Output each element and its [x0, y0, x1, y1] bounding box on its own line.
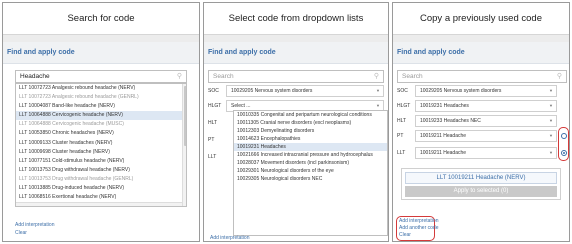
chevron-down-icon: ▼ — [549, 118, 553, 123]
dropdown-option[interactable]: 10011305 Cranial nerve disorders (excl n… — [234, 119, 387, 127]
soc-select[interactable]: 10029205 Nervous system disorders ▼ — [226, 85, 384, 97]
search-icon: ⚲ — [176, 73, 182, 80]
dropdown-option[interactable]: 10019231 Headaches — [234, 143, 387, 151]
panel-title: Copy a previously used code — [393, 3, 569, 35]
search-icon: ⚲ — [556, 73, 562, 80]
search-result-item[interactable]: LLT 10053850 Chronic headaches (NERV) — [16, 129, 186, 138]
pt-select[interactable]: 10019211 Headache ▼ — [415, 130, 557, 142]
search-result-item[interactable]: LLT 10013753 Drug withdrawal headache (G… — [16, 175, 186, 184]
soc-label: SOC — [397, 88, 408, 94]
search-value: Headache — [20, 73, 50, 80]
search-input[interactable]: Search ⚲ — [208, 70, 384, 83]
llt-select[interactable]: 10019211 Headache ▼ — [415, 147, 557, 159]
dropdown-option[interactable]: 10028037 Movement disorders (incl parkin… — [234, 159, 387, 167]
hlgt-row: HLGT 10019231 Headaches ▼ — [397, 100, 557, 112]
pt-label: PT — [208, 137, 215, 143]
hlgt-label: HLGT — [397, 103, 411, 109]
top-strip — [204, 35, 388, 42]
dropdown-option[interactable]: 10014623 Encephalopathies — [234, 135, 387, 143]
search-result-item[interactable]: LLT 10077151 Cold-stimulus headache (NER… — [16, 157, 186, 166]
search-icon: ⚲ — [373, 73, 379, 80]
pt-radio[interactable] — [561, 133, 567, 139]
search-result-item[interactable]: LLT 10013753 Drug withdrawal headache (N… — [16, 166, 186, 175]
pt-label: PT — [397, 133, 404, 139]
hlt-row: HLT 10019233 Headaches NEC ▼ — [397, 115, 557, 127]
search-input[interactable]: Search ⚲ — [397, 70, 567, 83]
hlt-value: 10019233 Headaches NEC — [420, 118, 481, 124]
hlgt-value: Select ... — [231, 103, 251, 109]
chevron-down-icon: ▼ — [549, 133, 553, 138]
hlgt-select[interactable]: 10019231 Headaches ▼ — [415, 100, 557, 112]
dropdown-option[interactable]: 10029305 Neurological disorders NEC — [234, 175, 387, 183]
llt-radio[interactable] — [561, 150, 567, 156]
search-results-list[interactable]: LLT 10072723 Analgesic rebound headache … — [15, 83, 187, 207]
chevron-down-icon: ▼ — [549, 103, 553, 108]
hlgt-value: 10019231 Headaches — [420, 103, 469, 109]
panel-select-from-dropdowns: Select code from dropdown lists Find and… — [203, 2, 389, 242]
search-result-item[interactable]: LLT 10064888 Cervicogenic headache (NERV… — [16, 111, 186, 121]
panel-title: Select code from dropdown lists — [204, 3, 388, 35]
dropdown-option[interactable]: 10029301 Neurological disorders of the e… — [234, 167, 387, 175]
search-result-item[interactable]: LLT 10064888 Cervicogenic headache (MUSC… — [16, 120, 186, 129]
hlt-label: HLT — [397, 118, 407, 124]
dropdown-option[interactable]: 10012303 Demyelinating disorders — [234, 127, 387, 135]
search-result-item[interactable]: LLT 10013885 Drug-induced headache (NERV… — [16, 184, 186, 193]
find-and-apply-header: Find and apply code — [393, 42, 569, 64]
top-strip — [3, 35, 199, 42]
chevron-down-icon: ▼ — [549, 88, 553, 93]
search-placeholder: Search — [402, 73, 423, 80]
find-and-apply-header: Find and apply code — [3, 42, 199, 64]
add-interpretation-link[interactable]: Add interpretation — [210, 235, 249, 241]
dropdown-option[interactable]: 10010335 Congenital and peripartum neuro… — [234, 111, 387, 119]
soc-select[interactable]: 10029205 Nervous system disorders ▼ — [415, 85, 557, 97]
chevron-down-icon: ▼ — [376, 88, 380, 93]
hlgt-label: HLGT — [208, 103, 222, 109]
hlt-select[interactable]: 10019233 Headaches NEC ▼ — [415, 115, 557, 127]
chevron-down-icon: ▼ — [549, 150, 553, 155]
search-result-item[interactable]: LLT 10072723 Analgesic rebound headache … — [16, 93, 186, 102]
clear-link[interactable]: Clear — [15, 230, 27, 236]
search-placeholder: Search — [213, 73, 234, 80]
soc-row: SOC 10029205 Nervous system disorders ▼ — [208, 85, 384, 97]
add-interpretation-link[interactable]: Add interpretation — [15, 222, 54, 228]
search-result-item[interactable]: LLT 10004087 Band-like headache (NERV) — [16, 102, 186, 111]
search-result-item[interactable]: LLT 10072723 Analgesic rebound headache … — [16, 84, 186, 93]
soc-row: SOC 10029205 Nervous system disorders ▼ — [397, 85, 557, 97]
panel-copy-previous-code: Copy a previously used code Find and app… — [392, 2, 570, 242]
add-interpretation-link[interactable]: Add interpretation — [399, 218, 438, 224]
llt-label: LLT — [397, 150, 406, 156]
top-strip — [393, 35, 569, 42]
horizontal-scrollbar[interactable] — [16, 202, 182, 206]
clear-link[interactable]: Clear — [399, 232, 411, 238]
hlgt-dropdown-list[interactable]: 10010335 Congenital and peripartum neuro… — [233, 110, 388, 236]
search-result-item[interactable]: LLT 10009133 Cluster headaches (NERV) — [16, 139, 186, 148]
search-input[interactable]: Headache ⚲ — [15, 70, 187, 83]
panel-title: Search for code — [3, 3, 199, 35]
apply-to-selected-button[interactable]: Apply to selected (0) — [405, 186, 557, 197]
panel-search-for-code: Search for code Find and apply code Head… — [2, 2, 200, 242]
add-another-code-link[interactable]: Add another code — [399, 225, 438, 231]
soc-value: 10029205 Nervous system disorders — [420, 88, 502, 94]
apply-panel: LLT 10019211 Headache (NERV) Apply to se… — [401, 168, 561, 200]
vertical-scrollbar[interactable] — [182, 84, 186, 206]
dropdown-option[interactable]: 10021666 Increased intracranial pressure… — [234, 151, 387, 159]
soc-label: SOC — [208, 88, 219, 94]
search-result-item[interactable]: LLT 10068516 Exertional headache (NERV) — [16, 193, 186, 202]
pt-value: 10019211 Headache — [420, 133, 467, 139]
copy-code-button[interactable]: LLT 10019211 Headache (NERV) — [405, 172, 557, 184]
hlt-label: HLT — [208, 120, 218, 126]
search-result-item[interactable]: LLT 10009698 Cluster headache (NERV) — [16, 148, 186, 157]
find-and-apply-header: Find and apply code — [204, 42, 388, 64]
pt-row: PT 10019211 Headache ▼ — [397, 130, 557, 142]
llt-value: 10019211 Headache — [420, 150, 467, 156]
llt-label: LLT — [208, 154, 217, 160]
scrollbar-thumb[interactable] — [183, 86, 186, 146]
llt-row: LLT 10019211 Headache ▼ — [397, 147, 557, 159]
soc-value: 10029205 Nervous system disorders — [231, 88, 313, 94]
